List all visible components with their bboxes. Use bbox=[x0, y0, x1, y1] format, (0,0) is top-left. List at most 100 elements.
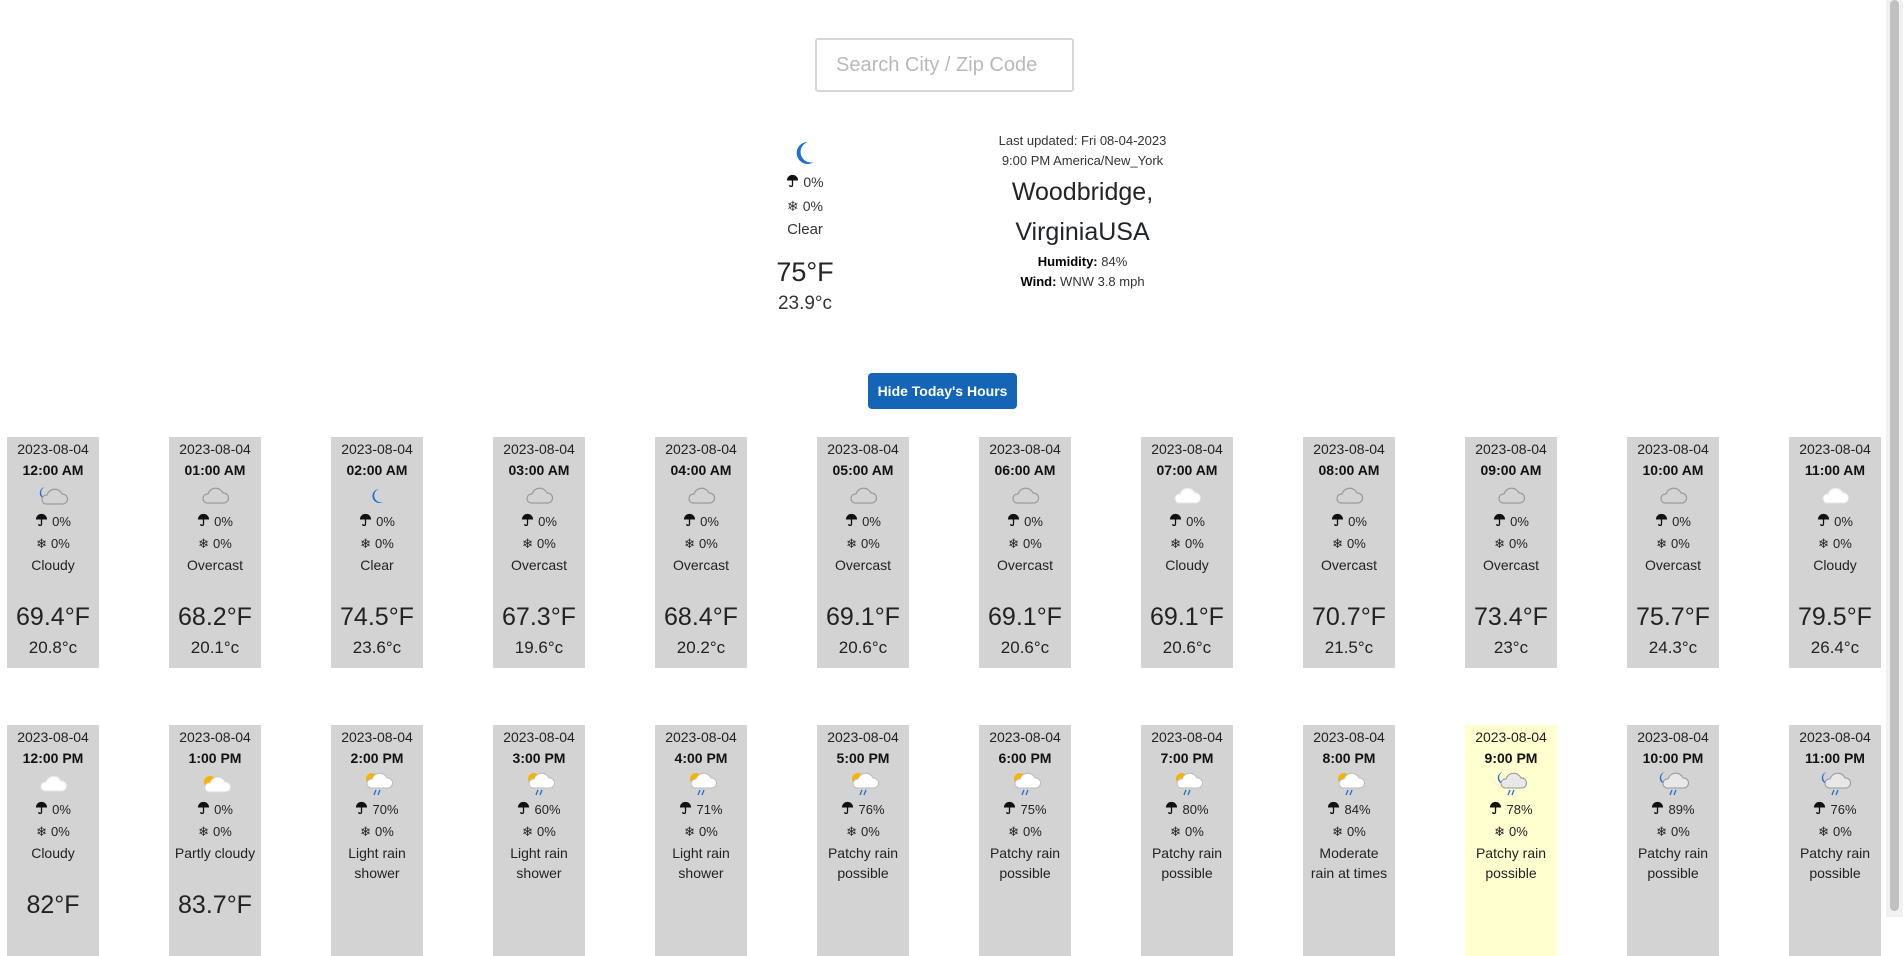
hour-temp-f: 68.2°F bbox=[178, 603, 252, 631]
snowflake-icon: ❄ bbox=[522, 824, 534, 839]
snowflake-icon: ❄ bbox=[522, 536, 534, 551]
hour-rain: 0% bbox=[7, 511, 99, 533]
city-name: Woodbridge, VirginiaUSA bbox=[1011, 178, 1154, 246]
hour-time: 03:00 AM bbox=[508, 462, 570, 478]
scrollbar-thumb[interactable] bbox=[1890, 0, 1899, 911]
hour-rain: 78% bbox=[1465, 799, 1557, 821]
hour-snow: ❄ 0% bbox=[1141, 533, 1233, 555]
hour-condition: Patchy rain possible bbox=[827, 845, 899, 881]
current-temp-f: 75°F bbox=[776, 257, 834, 287]
hour-date: 2023-08-04 bbox=[665, 729, 737, 745]
hour-card: 2023-08-04 10:00 PM 89% ❄ 0% Patchy rain poss… bbox=[1627, 725, 1719, 956]
hour-card: 2023-08-04 07:00 AM 0% ❄ 0% Cloudy 69.1°F 20.6°… bbox=[1141, 437, 1233, 668]
umbrella-icon bbox=[35, 511, 48, 533]
hour-temp-f: 69.1°F bbox=[826, 603, 900, 631]
hour-temp-c: 23.6°c bbox=[352, 638, 402, 657]
hour-temp-c: 26.4°c bbox=[1810, 638, 1860, 657]
current-temp-c: 23.9°c bbox=[777, 293, 833, 314]
hour-rain: 0% bbox=[493, 511, 585, 533]
hour-condition: Moderate rain at times bbox=[1310, 845, 1388, 881]
hour-rain: 76% bbox=[817, 799, 909, 821]
hour-rain: 80% bbox=[1141, 799, 1233, 821]
hour-card: 2023-08-04 11:00 PM 76% ❄ 0% Patchy rain poss… bbox=[1789, 725, 1881, 956]
hour-temp-f: 79.5°F bbox=[1798, 603, 1872, 631]
hourly-row-am: 2023-08-04 12:00 AM 0% ❄ 0% Cloudy 69.4°F 20.8°… bbox=[0, 437, 1903, 668]
cloud-white-icon bbox=[1789, 481, 1881, 511]
hour-date: 2023-08-04 bbox=[827, 441, 899, 457]
hour-snow: ❄ 0% bbox=[493, 533, 585, 555]
hour-card: 2023-08-04 3:00 PM 60% ❄ 0% Light rain shower bbox=[493, 725, 585, 956]
humidity: Humidity: 84% bbox=[1037, 254, 1128, 269]
snowflake-icon: ❄ bbox=[846, 824, 858, 839]
hour-date: 2023-08-04 bbox=[503, 441, 575, 457]
snowflake-icon: ❄ bbox=[36, 536, 48, 551]
hour-card: 2023-08-04 8:00 PM 84% ❄ 0% Moderate rain at … bbox=[1303, 725, 1395, 956]
hour-rain: 71% bbox=[655, 799, 747, 821]
hour-condition: Overcast bbox=[1644, 557, 1701, 573]
hour-rain: 0% bbox=[331, 511, 423, 533]
hour-date: 2023-08-04 bbox=[17, 441, 89, 457]
snowflake-icon: ❄ bbox=[1170, 536, 1182, 551]
current-condition: Clear bbox=[787, 221, 823, 238]
hour-condition: Light rain shower bbox=[510, 845, 568, 881]
umbrella-icon bbox=[1651, 799, 1664, 821]
hour-date: 2023-08-04 bbox=[1799, 441, 1871, 457]
wind: Wind: WNW 3.8 mph bbox=[1020, 274, 1145, 289]
moon-rain-icon bbox=[1789, 769, 1881, 799]
sun-rain-icon bbox=[1141, 769, 1233, 799]
umbrella-icon bbox=[197, 511, 210, 533]
snowflake-icon: ❄ bbox=[846, 536, 858, 551]
snowflake-icon: ❄ bbox=[1656, 824, 1668, 839]
hour-snow: ❄ 0% bbox=[1789, 533, 1881, 555]
hour-time: 10:00 PM bbox=[1642, 750, 1704, 766]
snowflake-icon: ❄ bbox=[684, 824, 696, 839]
sun-rain-icon bbox=[493, 769, 585, 799]
hour-date: 2023-08-04 bbox=[827, 729, 899, 745]
hour-temp-f: 83.7°F bbox=[178, 891, 252, 919]
hour-time: 8:00 PM bbox=[1322, 750, 1376, 766]
umbrella-icon bbox=[841, 799, 854, 821]
hour-date: 2023-08-04 bbox=[179, 729, 251, 745]
hour-condition: Overcast bbox=[672, 557, 729, 573]
last-updated: Last updated: Fri 08-04-2023 bbox=[998, 133, 1167, 148]
umbrella-icon bbox=[786, 170, 799, 194]
hour-date: 2023-08-04 bbox=[17, 729, 89, 745]
hour-condition: Patchy rain possible bbox=[989, 845, 1061, 881]
hour-condition: Overcast bbox=[1320, 557, 1377, 573]
hour-temp-f: 74.5°F bbox=[340, 603, 414, 631]
current-snow: ❄ 0% bbox=[745, 194, 865, 218]
hour-temp-f: 67.3°F bbox=[502, 603, 576, 631]
scrollbar[interactable] bbox=[1886, 0, 1903, 917]
snowflake-icon: ❄ bbox=[360, 536, 372, 551]
snowflake-icon: ❄ bbox=[1818, 536, 1830, 551]
hour-time: 06:00 AM bbox=[994, 462, 1056, 478]
hour-condition: Patchy rain possible bbox=[1151, 845, 1223, 881]
hour-temp-f: 69.4°F bbox=[16, 603, 90, 631]
snowflake-icon: ❄ bbox=[36, 824, 48, 839]
sun-rain-icon bbox=[817, 769, 909, 799]
snowflake-icon: ❄ bbox=[1332, 824, 1344, 839]
snowflake-icon: ❄ bbox=[787, 198, 799, 214]
umbrella-icon bbox=[683, 511, 696, 533]
umbrella-icon bbox=[1817, 511, 1830, 533]
hour-time: 5:00 PM bbox=[836, 750, 890, 766]
cloud-outline-icon bbox=[1465, 481, 1557, 511]
hour-time: 09:00 AM bbox=[1480, 462, 1542, 478]
umbrella-icon bbox=[517, 799, 530, 821]
hour-card: 2023-08-04 5:00 PM 76% ❄ 0% Patchy rain possi… bbox=[817, 725, 909, 956]
hour-temp-c: 20.1°c bbox=[190, 638, 240, 657]
hour-condition: Light rain shower bbox=[672, 845, 730, 881]
moon-cloud-icon bbox=[7, 481, 99, 511]
hour-date: 2023-08-04 bbox=[1475, 729, 1547, 745]
umbrella-icon bbox=[1813, 799, 1826, 821]
hour-condition: Overcast bbox=[510, 557, 567, 573]
hour-date: 2023-08-04 bbox=[341, 441, 413, 457]
hour-time: 12:00 AM bbox=[22, 462, 84, 478]
hour-card: 2023-08-04 1:00 PM 0% ❄ 0% Partly cloudy 83.7°… bbox=[169, 725, 261, 956]
search-input[interactable] bbox=[815, 38, 1074, 92]
hide-hours-button[interactable]: Hide Today's Hours bbox=[868, 373, 1017, 409]
hour-snow: ❄ 0% bbox=[1465, 533, 1557, 555]
hour-time: 05:00 AM bbox=[832, 462, 894, 478]
hour-rain: 0% bbox=[817, 511, 909, 533]
hour-condition: Cloudy bbox=[31, 557, 75, 573]
